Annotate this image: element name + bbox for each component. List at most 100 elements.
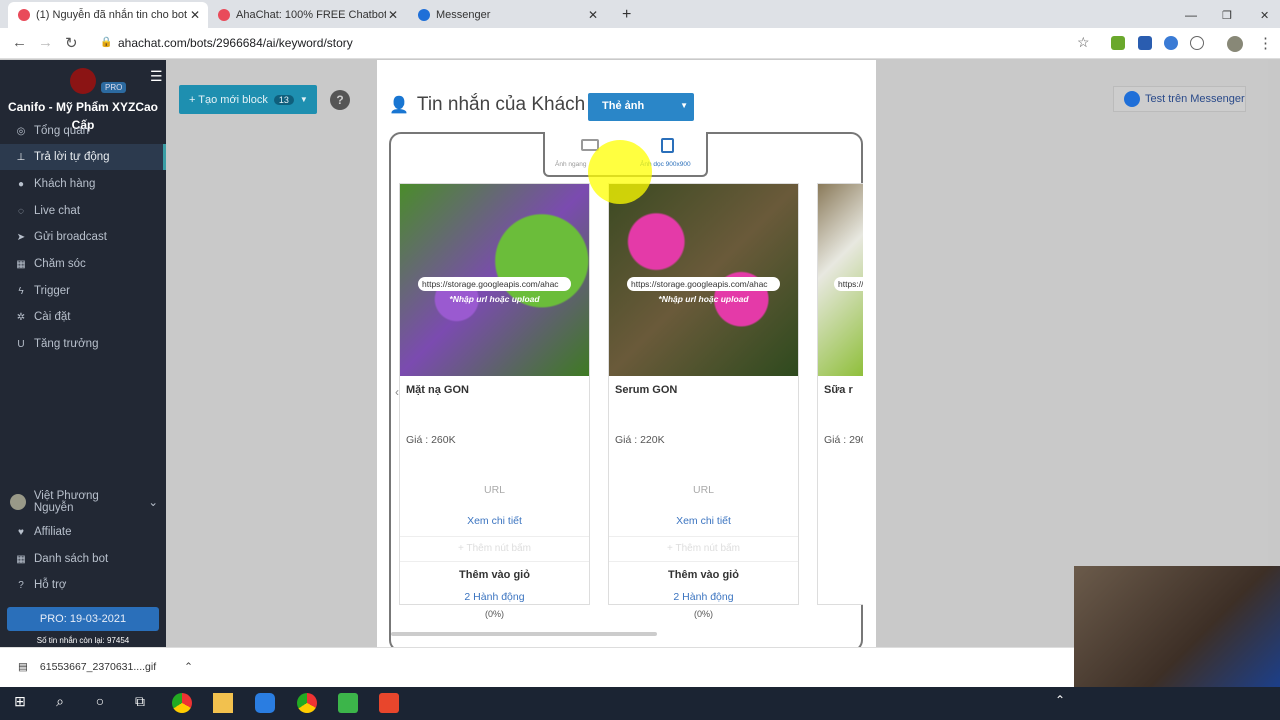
user-menu[interactable]: Việt Phương Nguyễn ⌄	[0, 489, 166, 515]
tab-1[interactable]: (1) Nguyễn đã nhắn tin cho bot ✕	[8, 2, 208, 28]
extension-icon[interactable]	[1138, 36, 1152, 50]
hamburger-icon[interactable]: ☰	[150, 68, 163, 85]
tab-3[interactable]: Messenger ✕	[408, 2, 606, 28]
message-type-select[interactable]: Thẻ ảnh ▼	[588, 93, 694, 121]
block-count-badge: 13	[273, 94, 294, 105]
view-detail-button[interactable]: Xem chi tiết	[400, 515, 589, 527]
sidebar-item-overview[interactable]: ◎ Tổng quan	[0, 118, 166, 144]
help-icon[interactable]: ?	[330, 90, 350, 110]
label: Tăng trưởng	[34, 338, 99, 350]
sitemap-icon: ⊥	[16, 151, 26, 163]
tray-chevron-icon[interactable]: ⌃	[1050, 693, 1070, 713]
tab-2[interactable]: AhaChat: 100% FREE Chatbot M...✕	[208, 2, 406, 28]
actions-link[interactable]: 2 Hành động	[400, 591, 589, 603]
menu-icon[interactable]: ⋮	[1258, 34, 1273, 52]
sidebar-item-bot-list[interactable]: ▦ Danh sách bot	[0, 546, 166, 572]
test-messenger-button[interactable]: Test trên Messenger	[1113, 86, 1246, 112]
close-tab-icon[interactable]: ✕	[588, 8, 598, 22]
new-tab-button[interactable]: +	[612, 2, 641, 28]
card-subtitle[interactable]: Giá : 260K	[406, 434, 456, 446]
chevron-down-icon: ⌄	[148, 497, 158, 509]
actions-link[interactable]: 2 Hành động	[609, 591, 798, 603]
grid-icon: ▦	[16, 553, 26, 565]
card-image[interactable]: https://storage.googleapis.com/ahac *Nhậ…	[400, 184, 589, 376]
close-tab-icon[interactable]: ✕	[190, 8, 200, 22]
chrome-icon[interactable]	[172, 693, 192, 713]
add-to-cart-button[interactable]: Thêm vào giỏ	[609, 569, 798, 581]
windows-start-icon[interactable]: ⊞	[10, 693, 30, 713]
sidebar-item-customers[interactable]: ● Khách hàng	[0, 171, 166, 197]
sidebar-item-affiliate[interactable]: ♥ Affiliate	[0, 519, 166, 545]
lock-icon: 🔒	[100, 37, 113, 48]
sidebar-item-settings[interactable]: ✲ Cài đặt	[0, 304, 166, 330]
zalo-icon[interactable]	[255, 693, 275, 713]
add-button[interactable]: + Thêm nút bấm	[609, 536, 798, 562]
extension-icon[interactable]	[1190, 36, 1204, 50]
extension-icon[interactable]	[1164, 36, 1178, 50]
profile-avatar[interactable]	[1227, 36, 1243, 52]
back-icon[interactable]: ←	[12, 34, 27, 51]
card-title[interactable]: Serum GON	[615, 384, 677, 396]
maximize-icon[interactable]: ❐	[1212, 2, 1242, 28]
chevron-up-icon[interactable]: ⌃	[184, 661, 193, 673]
sidebar-item-live-chat[interactable]: ◌ Live chat	[0, 198, 166, 224]
vertical-image-icon[interactable]	[661, 138, 674, 153]
sidebar-item-growth[interactable]: U Tăng trưởng	[0, 331, 166, 357]
star-icon[interactable]: ☆	[1077, 34, 1090, 51]
minimize-icon[interactable]: —	[1175, 2, 1207, 28]
camtasia-icon[interactable]	[338, 693, 358, 713]
reload-icon[interactable]: ↻	[65, 34, 78, 52]
card-subtitle[interactable]: Giá : 220K	[615, 434, 665, 446]
label: Trả lời tự động	[34, 151, 110, 163]
cortana-icon[interactable]: ○	[90, 693, 110, 713]
image-url-input[interactable]: https://storage.googleapis.com/ahac	[418, 277, 571, 291]
gallery-card: https://storage.googleapis.com/ahac *Nhậ…	[399, 183, 590, 605]
add-to-cart-button[interactable]: Thêm vào giỏ	[400, 569, 589, 581]
close-tab-icon[interactable]: ✕	[388, 8, 398, 22]
sidebar-item-care[interactable]: ▦ Chăm sóc	[0, 251, 166, 277]
vertical-scrollbar[interactable]	[1268, 60, 1280, 647]
file-explorer-icon[interactable]	[213, 693, 233, 713]
url-input[interactable]: ahachat.com/bots/2966684/ai/keyword/stor…	[118, 36, 353, 50]
calendar-icon: ▦	[16, 258, 26, 270]
add-button[interactable]: + Thêm nút bấm	[400, 536, 589, 562]
label: Chăm sóc	[34, 258, 86, 270]
pro-expiry-button[interactable]: PRO: 19-03-2021	[7, 607, 159, 631]
label: + Tạo mới block	[189, 93, 268, 106]
recorder-icon[interactable]	[379, 693, 399, 713]
card-url-input[interactable]: URL	[609, 484, 798, 496]
sidebar-item-broadcast[interactable]: ➤ Gửi broadcast	[0, 224, 166, 250]
extension-icon[interactable]	[1111, 36, 1125, 50]
sidebar-item-auto-reply[interactable]: ⊥ Trả lời tự động	[0, 144, 166, 170]
card-url-input[interactable]: URL	[400, 484, 589, 496]
webcam-overlay	[1074, 566, 1280, 687]
upload-hint: *Nhập url hoặc upload	[658, 294, 749, 304]
card-subtitle[interactable]: Giá : 290	[824, 434, 863, 446]
image-url-input[interactable]: https://s	[834, 277, 863, 291]
address-bar: ← → ↻ 🔒 ahachat.com/bots/2966684/ai/keyw…	[0, 28, 1280, 59]
gallery-card: https://storage.googleapis.com/ahac *Nhậ…	[608, 183, 799, 605]
gear-icon: ✲	[16, 311, 26, 323]
sidebar: PRO ☰ Canifo - Mỹ Phẩm XYZCao Cấp ◎ Tổng …	[0, 60, 166, 647]
image-url-input[interactable]: https://storage.googleapis.com/ahac	[627, 277, 780, 291]
new-block-button[interactable]: + Tạo mới block 13 ▼	[179, 85, 317, 114]
card-image[interactable]: https://s	[818, 184, 863, 376]
task-view-icon[interactable]: ⧉	[130, 693, 150, 713]
label: Test trên Messenger	[1145, 93, 1245, 105]
close-window-icon[interactable]: ✕	[1250, 2, 1279, 28]
search-icon[interactable]: ⌕	[50, 693, 70, 713]
click-rate: (0%)	[693, 609, 713, 619]
upload-hint: *Nhập url hoặc upload	[449, 294, 540, 304]
horizontal-scrollbar[interactable]	[391, 632, 657, 636]
horizontal-option[interactable]: Ảnh ngang	[555, 161, 586, 168]
sidebar-item-support[interactable]: ? Hỗ trợ	[0, 572, 166, 598]
forward-icon[interactable]: →	[38, 34, 53, 51]
download-item[interactable]: ▤ 61553667_2370631....gif ⌃	[18, 661, 193, 673]
card-image[interactable]: https://storage.googleapis.com/ahac *Nhậ…	[609, 184, 798, 376]
view-detail-button[interactable]: Xem chi tiết	[609, 515, 798, 527]
messenger-favicon-icon	[418, 9, 430, 21]
card-title[interactable]: Mặt nạ GON	[406, 384, 469, 396]
chrome-active-icon[interactable]	[297, 693, 317, 713]
sidebar-item-trigger[interactable]: ϟ Trigger	[0, 278, 166, 304]
card-title[interactable]: Sữa r	[824, 384, 853, 396]
